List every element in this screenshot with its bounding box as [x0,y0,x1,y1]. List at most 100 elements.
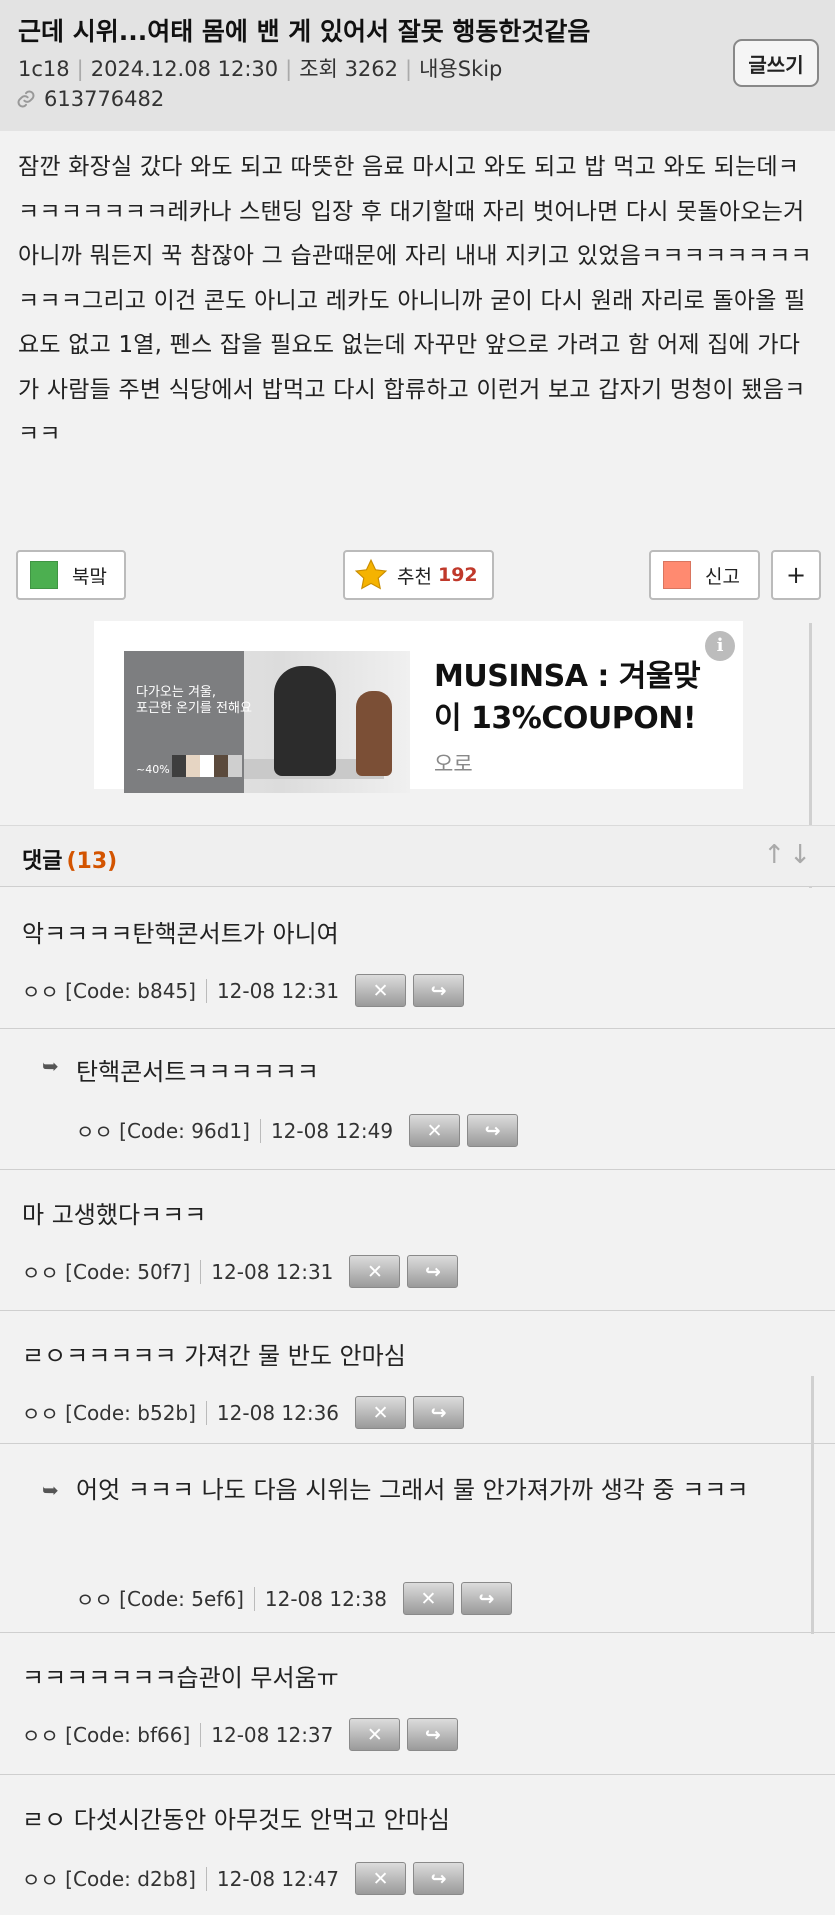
star-icon [354,558,388,590]
comment-meta: ㅇㅇ [Code: 5ef6] 12-08 12:38 ✕ ↪ [76,1582,512,1615]
comment-meta: ㅇㅇ [Code: 96d1] 12-08 12:49 ✕ ↪ [76,1114,519,1147]
reply-icon[interactable]: ↪ [413,1862,465,1895]
report-icon [663,561,691,589]
reply-icon[interactable]: ↪ [407,1255,459,1288]
comment-text: 마 고생했다ㅋㅋㅋ [22,1201,207,1229]
comment-code: [Code: b52b] [65,1400,196,1425]
divider [253,1586,255,1611]
divider: | [405,57,413,81]
reply-icon[interactable]: ↪ [460,1582,512,1615]
comment-item: 마 고생했다ㅋㅋㅋ ㅇㅇ [Code: 50f7] 12-08 12:31 ✕ … [0,1171,835,1311]
ad-headline-line2: 이 13%COUPON! [434,701,697,736]
reply-indicator-icon: ➥ [42,1478,59,1502]
comment-author: ㅇㅇ [76,1120,113,1144]
delete-icon[interactable]: ✕ [355,1396,407,1429]
scrollbar[interactable] [811,1376,814,1651]
views-label: 조회 [299,57,338,81]
ad-image-percent: ~40% [136,763,170,776]
views-count: 3262 [344,57,399,81]
comment-code: [Code: bf66] [65,1722,191,1747]
comment-reply-item: ➥ 어엇 ㅋㅋㅋ 나도 다음 시위는 그래서 물 안가져가까 생각 중 ㅋㅋㅋ … [0,1443,835,1633]
comment-reply-item: ➥ 탄핵콘서트ㅋㅋㅋㅋㅋㅋ ㅇㅇ [Code: 96d1] 12-08 12:4… [0,1030,835,1170]
bookmark-button[interactable]: 북맠 [16,550,126,600]
delete-icon[interactable]: ✕ [409,1114,461,1147]
comment-code: [Code: 50f7] [65,1259,191,1284]
comment-code: [Code: 96d1] [119,1118,250,1143]
comment-text: 탄핵콘서트ㅋㅋㅋㅋㅋㅋ [76,1058,319,1086]
skip-content-link[interactable]: 내용Skip [419,57,502,81]
ad-image[interactable]: 다가오는 겨울, 포근한 온기를 전해요 ~40% [124,651,410,793]
comment-author: ㅇㅇ [76,1588,113,1612]
divider [205,1400,207,1425]
comment-time: 12-08 12:31 [216,978,340,1003]
comment-meta: ㅇㅇ [Code: 50f7] 12-08 12:31 ✕ ↪ [22,1255,459,1288]
delete-icon[interactable]: ✕ [349,1255,401,1288]
comment-item: 악ㅋㅋㅋㅋ탄핵콘서트가 아니여 ㅇㅇ [Code: b845] 12-08 12… [0,888,835,1029]
recommend-button[interactable]: 추천 192 [343,550,494,600]
comment-text: ㄹㅇㅋㅋㅋㅋㅋ 가져간 물 반도 안마심 [22,1342,406,1370]
ad-headline[interactable]: MUSINSA : 겨울맞 이 13%COUPON! [434,656,701,740]
divider [200,1259,202,1284]
comments-header: 댓글 (13) ↑↓ [0,825,835,887]
info-icon[interactable]: i [705,631,735,661]
comment-meta: ㅇㅇ [Code: bf66] 12-08 12:37 ✕ ↪ [22,1718,459,1751]
post-number[interactable]: 613776482 [16,87,164,111]
comment-item: ㄹㅇ 다섯시간동안 아무것도 안먹고 안마심 ㅇㅇ [Code: d2b8] 1… [0,1776,835,1915]
reply-icon[interactable]: ↪ [467,1114,519,1147]
comment-item: ㄹㅇㅋㅋㅋㅋㅋ 가져간 물 반도 안마심 ㅇㅇ [Code: b52b] 12-… [0,1312,835,1443]
post-author[interactable]: 1c18 [18,57,70,81]
comment-time: 12-08 12:47 [216,1866,340,1891]
comment-text: 악ㅋㅋㅋㅋ탄핵콘서트가 아니여 [22,920,339,948]
reply-icon[interactable]: ↪ [407,1718,459,1751]
post-datetime: 2024.12.08 12:30 [90,57,279,81]
ad-source: 오로 [434,752,473,776]
write-button[interactable]: 글쓰기 [733,39,819,87]
ad-headline-line1: MUSINSA : 겨울맞 [434,659,701,694]
divider [205,1866,207,1891]
link-icon [17,90,35,108]
ad-image-model-2 [356,691,392,776]
comment-author: ㅇㅇ [22,1261,59,1285]
ad-image-model [274,666,336,776]
divider [205,978,207,1003]
more-button[interactable]: + [771,550,821,600]
divider: | [285,57,293,81]
recommend-count: 192 [437,564,478,586]
post-content: 잠깐 화장실 갔다 와도 되고 따뜻한 음료 마시고 와도 되고 밥 먹고 와도… [18,154,812,447]
delete-icon[interactable]: ✕ [355,1862,407,1895]
comment-author: ㅇㅇ [22,1402,59,1426]
bookmark-label: 북맠 [72,565,107,588]
comments-count: (13) [66,849,118,874]
divider: | [76,57,84,81]
divider [200,1722,202,1747]
comment-code: [Code: 5ef6] [119,1586,244,1611]
comment-code: [Code: b845] [65,978,196,1003]
comment-time: 12-08 12:31 [211,1259,334,1284]
comments-label: 댓글 [22,849,63,874]
comment-meta: ㅇㅇ [Code: b52b] 12-08 12:36 ✕ ↪ [22,1396,465,1429]
report-label: 신고 [705,565,740,588]
comment-text: 어엇 ㅋㅋㅋ 나도 다음 시위는 그래서 물 안가져가까 생각 중 ㅋㅋㅋ [76,1476,749,1504]
bookmark-icon [30,561,58,589]
comment-text: ㄹㅇ 다섯시간동안 아무것도 안먹고 안마심 [22,1806,450,1834]
ad-image-line2: 포근한 온기를 전해요 [136,701,252,716]
comment-author: ㅇㅇ [22,1868,59,1892]
comment-author: ㅇㅇ [22,1724,59,1748]
reply-icon[interactable]: ↪ [413,974,465,1007]
post-number-value: 613776482 [44,87,165,111]
comments-title: 댓글 (13) [22,843,117,875]
sort-arrows-icon[interactable]: ↑↓ [763,840,815,870]
comment-code: [Code: d2b8] [65,1866,196,1891]
reply-icon[interactable]: ↪ [413,1396,465,1429]
ad-banner[interactable]: 다가오는 겨울, 포근한 온기를 전해요 ~40% MUSINSA : 겨울맞 … [94,621,743,793]
comment-time: 12-08 12:38 [264,1586,387,1611]
delete-icon[interactable]: ✕ [402,1582,454,1615]
comment-item: ㅋㅋㅋㅋㅋㅋㅋ습관이 무서움ㅠ ㅇㅇ [Code: bf66] 12-08 12… [0,1634,835,1775]
post-title: 근데 시위...여태 몸에 밴 게 있어서 잘못 행동한것같음 [18,17,591,46]
delete-icon[interactable]: ✕ [349,1718,401,1751]
ad-image-products [172,755,242,777]
report-button[interactable]: 신고 [649,550,760,600]
recommend-label: 추천 [397,565,432,588]
comment-meta: ㅇㅇ [Code: d2b8] 12-08 12:47 ✕ ↪ [22,1862,465,1895]
delete-icon[interactable]: ✕ [355,974,407,1007]
